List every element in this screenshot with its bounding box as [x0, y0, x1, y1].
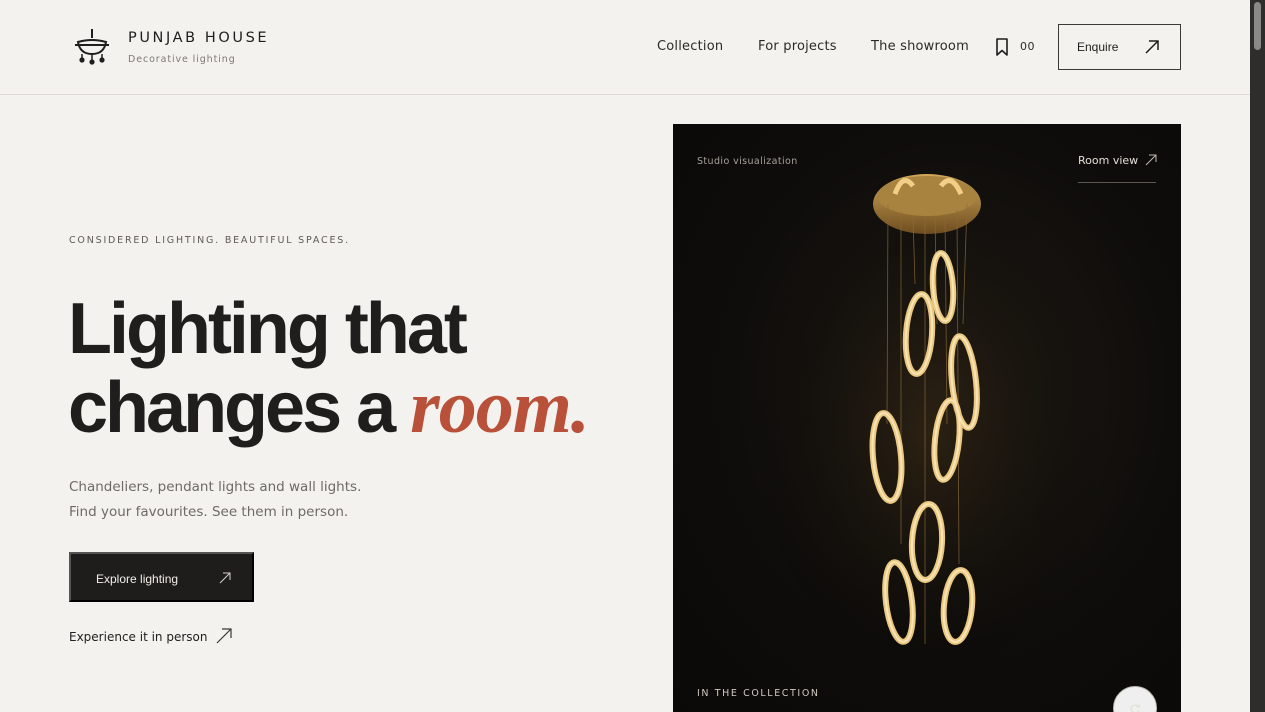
- explore-lighting-label: Explore lighting: [96, 572, 179, 586]
- product-visual-panel: Studio visualization Room view IN THE CO…: [673, 124, 1181, 712]
- panel-caption: Studio visualization: [697, 156, 798, 167]
- nav-link-collection[interactable]: Collection: [657, 39, 723, 54]
- room-view-underline: [1078, 182, 1156, 183]
- scrollbar[interactable]: [1250, 0, 1265, 712]
- scrollbar-thumb[interactable]: [1254, 2, 1261, 50]
- brand-tagline: Decorative lighting: [128, 54, 236, 65]
- room-view-link[interactable]: Room view: [1078, 154, 1138, 167]
- nav-link-for-projects[interactable]: For projects: [758, 39, 837, 54]
- enquire-label: Enquire: [1077, 40, 1119, 54]
- rotate-icon: [1130, 704, 1140, 712]
- nav-link-showroom[interactable]: The showroom: [871, 39, 969, 54]
- experience-in-person-link[interactable]: Experience it in person: [69, 630, 207, 644]
- brand-name[interactable]: PUNJAB HOUSE: [128, 30, 269, 46]
- arrow-up-right-icon: [1145, 40, 1159, 54]
- hero-subtext-line-1: Chandeliers, pendant lights and wall lig…: [69, 479, 362, 495]
- hero-headline: Lighting that changes a room.: [68, 289, 590, 449]
- hero-eyebrow: CONSIDERED LIGHTING. BEAUTIFUL SPACES.: [69, 235, 350, 246]
- arrow-up-right-icon: [219, 572, 231, 584]
- headline-line-2: changes a: [68, 368, 411, 448]
- headline-line-1: Lighting that: [68, 289, 468, 369]
- chandelier-icon[interactable]: [74, 28, 110, 66]
- bookmark-icon[interactable]: [995, 38, 1009, 56]
- arrow-up-right-icon[interactable]: [216, 628, 232, 644]
- arrow-up-right-icon[interactable]: [1145, 154, 1157, 166]
- hero-subtext-line-2: Find your favourites. See them in person…: [69, 504, 349, 520]
- chandelier-image: [748, 174, 1108, 694]
- site-header: PUNJAB HOUSE Decorative lighting Collect…: [0, 0, 1250, 95]
- in-the-collection-label: IN THE COLLECTION: [697, 688, 820, 699]
- explore-lighting-button[interactable]: Explore lighting: [69, 552, 254, 602]
- enquire-button[interactable]: Enquire: [1058, 24, 1181, 70]
- bookmark-count: 00: [1020, 40, 1035, 53]
- headline-accent: room.: [410, 365, 590, 449]
